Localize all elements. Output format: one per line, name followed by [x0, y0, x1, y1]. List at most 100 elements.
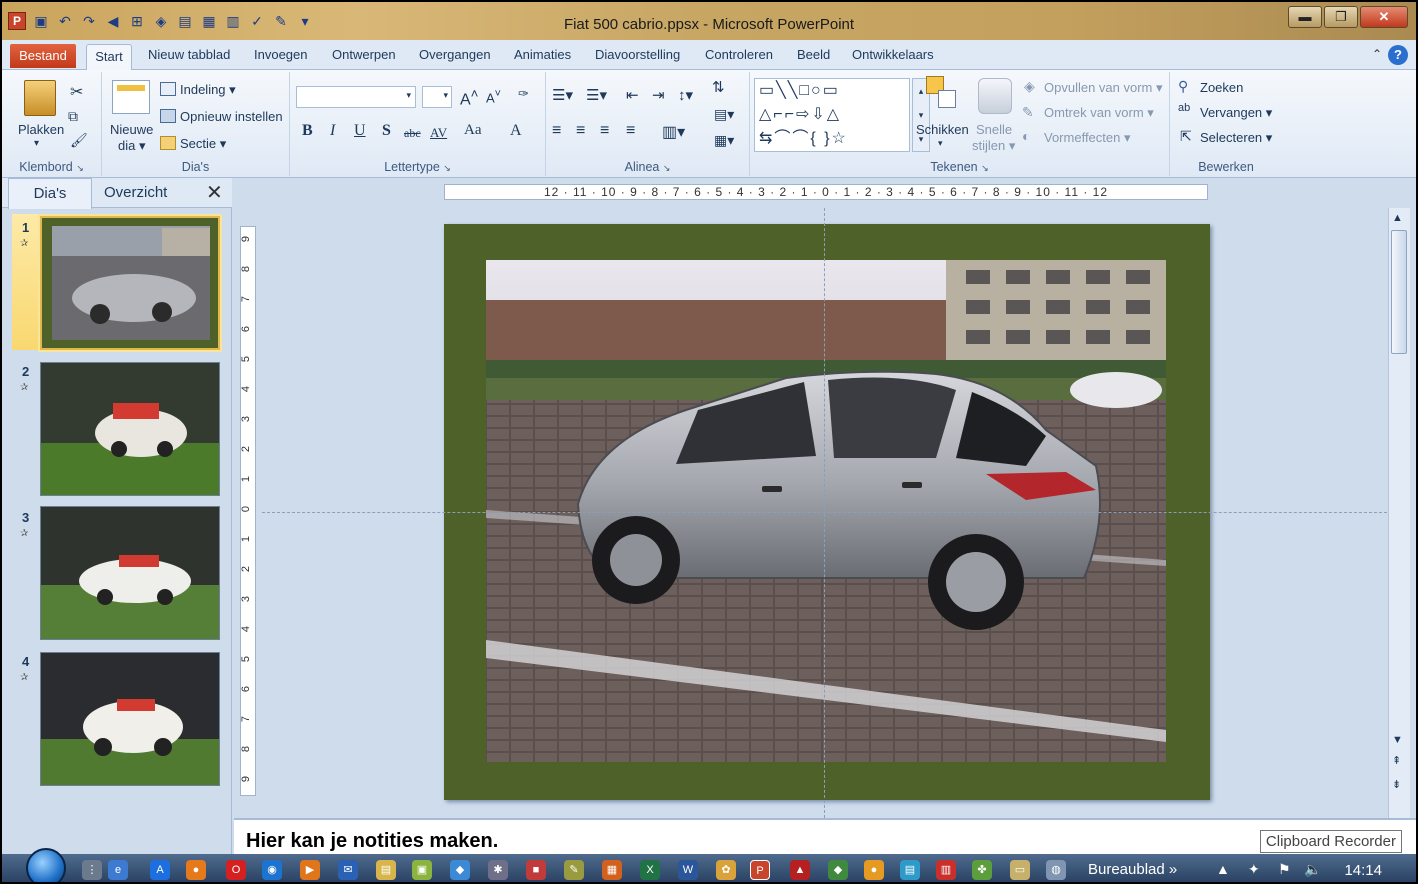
section-button[interactable]: Sectie ▾ [180, 136, 226, 152]
network-app-icon[interactable]: ✤ [972, 860, 992, 880]
drive-icon[interactable]: ▭ [1010, 860, 1030, 880]
cut-icon[interactable]: ✂ [70, 82, 83, 102]
office-icon[interactable]: ▦ [602, 860, 622, 880]
shape-fill-button[interactable]: Opvullen van vorm ▾ [1044, 80, 1163, 96]
recorder-icon[interactable]: ◍ [1046, 860, 1066, 880]
next-slide-icon[interactable]: ⇟ [1392, 778, 1401, 791]
bullets-icon[interactable]: ☰▾ [552, 86, 573, 104]
horizontal-guide[interactable] [262, 512, 1392, 513]
grow-font-button[interactable]: A˄ [460, 86, 478, 109]
horizontal-ruler[interactable]: 12 · 11 · 10 · 9 · 8 · 7 · 6 · 5 · 4 · 3… [444, 184, 1208, 200]
tray-app-icon[interactable]: ✦ [1248, 861, 1260, 878]
align-right-icon[interactable]: ≡ [600, 122, 609, 140]
tab-developer[interactable]: Ontwikkelaars [852, 47, 934, 62]
new-slide-label-2[interactable]: dia ▾ [118, 138, 146, 154]
green-app-icon[interactable]: ◆ [828, 860, 848, 880]
minimize-button[interactable]: ▬ [1288, 6, 1322, 28]
tab-transitions[interactable]: Overgangen [419, 47, 491, 62]
new-slide-icon[interactable] [112, 80, 150, 114]
font-size-combo[interactable]: ▾ [422, 86, 452, 108]
find-button[interactable]: Zoeken [1200, 80, 1243, 95]
decrease-indent-icon[interactable]: ⇤ [626, 86, 639, 104]
orange-app-icon[interactable]: ● [864, 860, 884, 880]
car-photo[interactable] [486, 260, 1166, 762]
font-color-button[interactable]: A [510, 122, 522, 140]
tab-outline[interactable]: Overzicht [104, 184, 167, 201]
shrink-font-button[interactable]: A˅ [486, 88, 501, 105]
tab-slides[interactable]: Dia's [8, 178, 92, 209]
increase-indent-icon[interactable]: ⇥ [652, 86, 665, 104]
line-spacing-icon[interactable]: ↕▾ [678, 86, 693, 104]
layout-button[interactable]: Indeling ▾ [180, 82, 236, 98]
tab-view[interactable]: Beeld [797, 47, 830, 62]
vertical-ruler[interactable]: 9 8 7 6 5 4 3 2 1 0 1 2 3 4 5 6 7 8 9 [240, 226, 256, 796]
word-icon[interactable]: W [678, 860, 698, 880]
align-center-icon[interactable]: ≡ [576, 122, 585, 140]
clock[interactable]: 14:14 [1344, 862, 1382, 879]
start-button[interactable] [26, 848, 66, 882]
help-icon[interactable]: ? [1388, 45, 1408, 65]
font-name-combo[interactable]: ▾ [296, 86, 416, 108]
paint-icon[interactable]: ■ [526, 860, 546, 880]
chat-icon[interactable]: ◆ [450, 860, 470, 880]
scroll-down-icon[interactable]: ▼ [1392, 734, 1403, 746]
replace-button[interactable]: Vervangen ▾ [1200, 105, 1272, 121]
new-slide-label-1[interactable]: Nieuwe [110, 122, 153, 137]
change-case-button[interactable]: Aa [464, 122, 482, 139]
misc-app-icon[interactable]: ✿ [716, 860, 736, 880]
bold-button[interactable]: B [302, 122, 313, 140]
arrange-dropdown-icon[interactable]: ▾ [938, 138, 943, 149]
volume-icon[interactable]: 🔈 [1304, 861, 1321, 878]
close-button[interactable]: ✕ [1360, 6, 1408, 28]
powerpoint-taskbar-icon[interactable]: P [750, 860, 770, 880]
select-button[interactable]: Selecteren ▾ [1200, 130, 1272, 146]
slide-thumbnail-3[interactable] [40, 506, 220, 640]
opera-icon[interactable]: O [226, 860, 246, 880]
char-spacing-button[interactable]: AV [430, 125, 447, 141]
blue-app-icon[interactable]: ▤ [900, 860, 920, 880]
tab-animations[interactable]: Animaties [514, 47, 571, 62]
clear-formatting-icon[interactable]: ✑ [518, 86, 529, 102]
quick-styles-icon[interactable] [978, 78, 1012, 114]
desktop-toolbar[interactable]: Bureaublad » [1088, 861, 1177, 878]
chrome-icon[interactable]: ◉ [262, 860, 282, 880]
paste-dropdown-icon[interactable]: ▾ [34, 138, 39, 149]
explorer-icon[interactable]: ▤ [376, 860, 396, 880]
columns-icon[interactable]: ▥▾ [662, 122, 685, 142]
arrange-button[interactable]: Schikken [916, 122, 969, 137]
excel-icon[interactable]: X [640, 860, 660, 880]
strikethrough-button[interactable]: abc [404, 126, 421, 141]
quick-styles-label-1[interactable]: Snelle [976, 122, 1012, 137]
slide-thumbnail-1[interactable] [40, 216, 220, 350]
tray-expand-icon[interactable]: ▲ [1216, 861, 1230, 877]
ie-icon[interactable]: e [108, 860, 128, 880]
taskbar-grip-icon[interactable]: ⋮ [82, 860, 102, 880]
chart-app-icon[interactable]: ▥ [936, 860, 956, 880]
slide-editor[interactable]: 12 · 11 · 10 · 9 · 8 · 7 · 6 · 5 · 4 · 3… [232, 178, 1416, 818]
align-text-icon[interactable]: ▤▾ [714, 106, 734, 123]
tab-file[interactable]: Bestand [10, 44, 76, 68]
scroll-up-icon[interactable]: ▲ [1392, 212, 1403, 224]
tab-start[interactable]: Start [86, 44, 132, 71]
underline-button[interactable]: U [354, 122, 366, 140]
text-direction-icon[interactable]: ⇅ [712, 78, 725, 96]
scrollbar-thumb[interactable] [1391, 230, 1407, 354]
tab-review[interactable]: Controleren [705, 47, 773, 62]
restore-button[interactable]: ❐ [1324, 6, 1358, 28]
mail-icon[interactable]: ✉ [338, 860, 358, 880]
tab-design[interactable]: Ontwerpen [332, 47, 396, 62]
reset-button[interactable]: Opnieuw instellen [180, 109, 283, 124]
tab-slideshow[interactable]: Diavoorstelling [595, 47, 680, 62]
paste-icon[interactable] [24, 80, 56, 116]
numbering-icon[interactable]: ☰▾ [586, 86, 607, 104]
vertical-guide[interactable] [824, 208, 825, 818]
italic-button[interactable]: I [330, 122, 335, 140]
action-center-icon[interactable]: ⚑ [1278, 861, 1291, 878]
align-left-icon[interactable]: ≡ [552, 122, 561, 140]
slide-thumbnail-2[interactable] [40, 362, 220, 496]
shadow-button[interactable]: S [382, 122, 391, 140]
copy-icon[interactable]: ⧉ [68, 108, 78, 125]
photos-icon[interactable]: ▣ [412, 860, 432, 880]
quick-styles-label-2[interactable]: stijlen ▾ [972, 138, 1015, 154]
pdf-icon[interactable]: ▲ [790, 860, 810, 880]
